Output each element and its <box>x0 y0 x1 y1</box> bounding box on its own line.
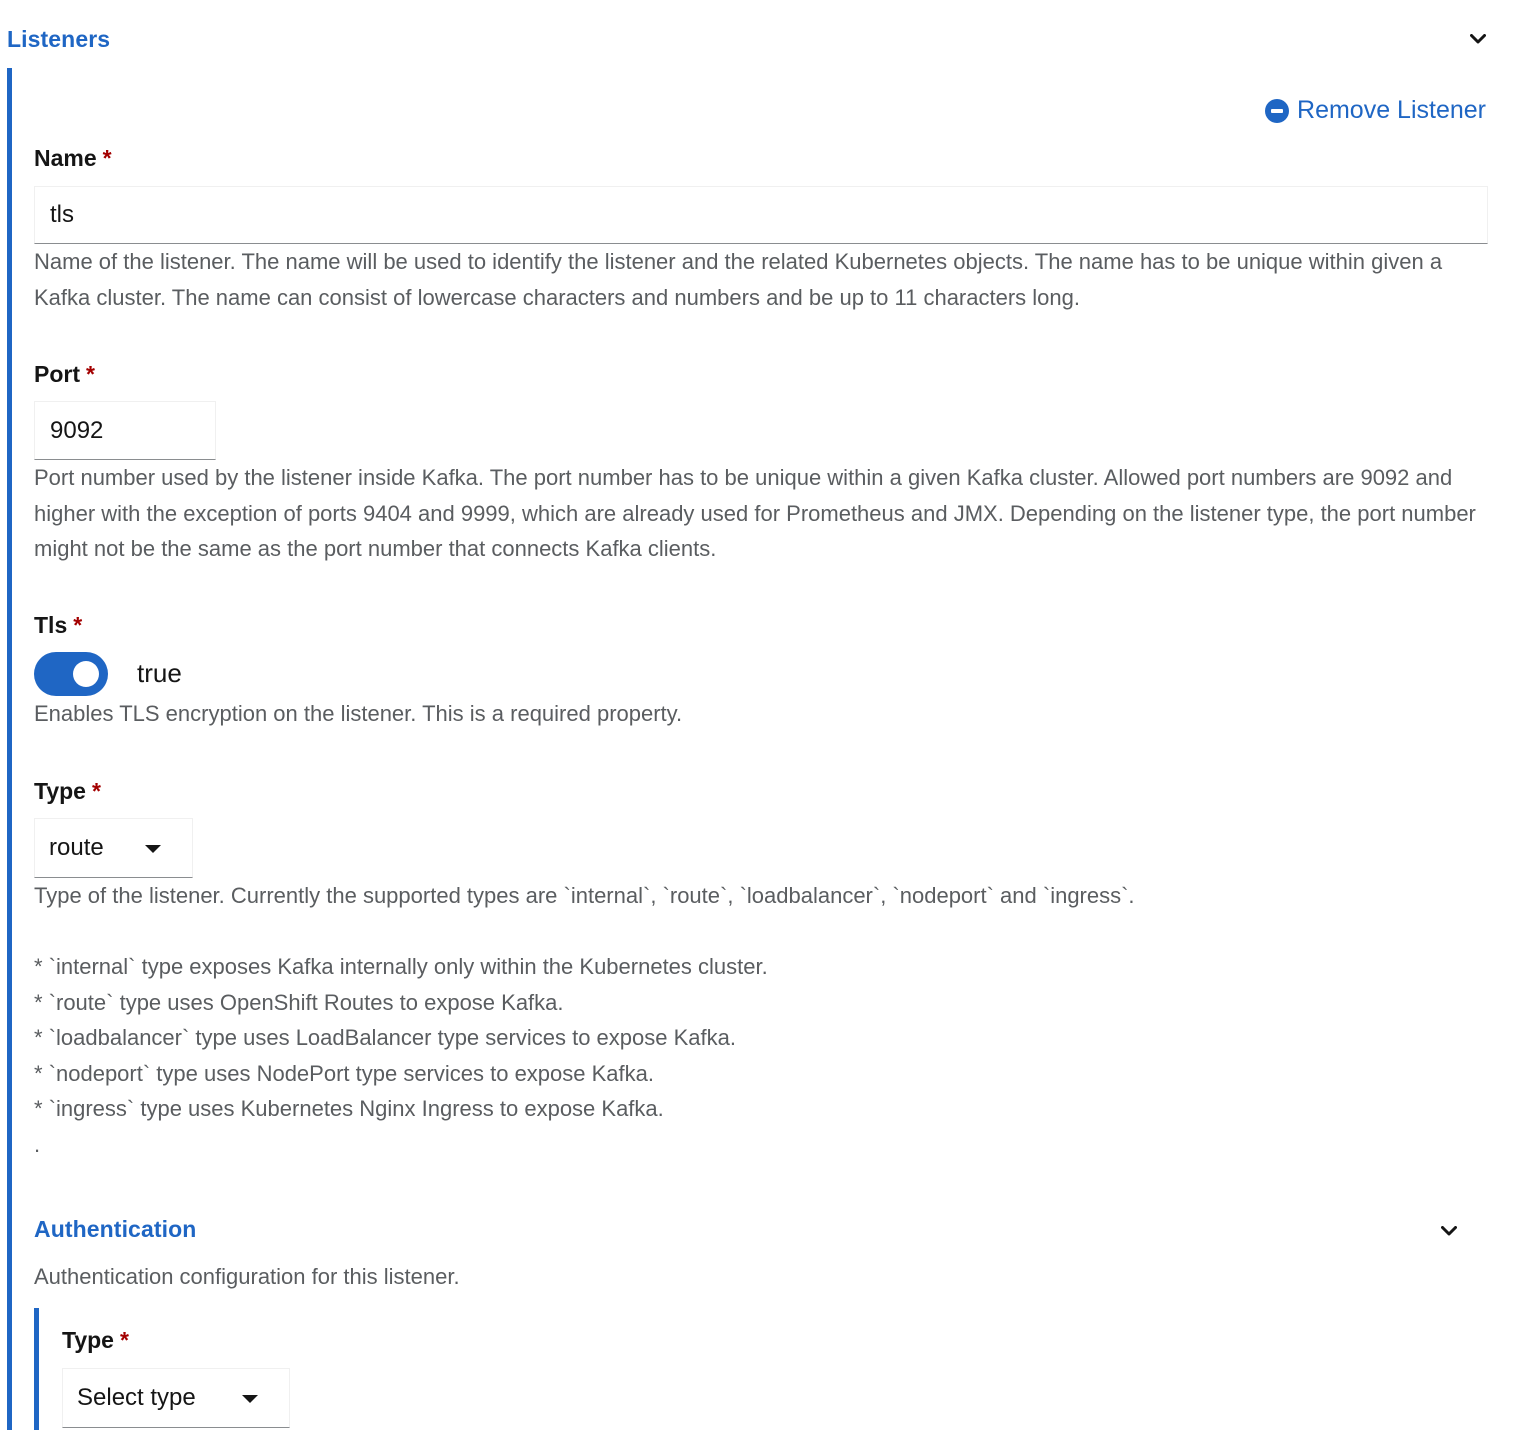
name-input[interactable]: tls <box>34 186 1488 244</box>
remove-listener-label: Remove Listener <box>1297 96 1486 124</box>
type-help-text: Type of the listener. Currently the supp… <box>34 883 1135 908</box>
name-help-text: Name of the listener. The name will be u… <box>34 249 1443 310</box>
required-asterisk: * <box>86 361 95 387</box>
toggle-knob <box>73 661 99 687</box>
type-label: Type * <box>34 778 101 805</box>
tls-label: Tls * <box>34 612 82 639</box>
list-item: * `internal` type exposes Kafka internal… <box>34 954 768 979</box>
listeners-chevron-down-icon[interactable] <box>1466 27 1490 51</box>
required-asterisk: * <box>73 612 83 638</box>
type-label-text: Type <box>34 778 86 804</box>
listener-type-selected-value: route <box>49 834 104 861</box>
port-label: Port * <box>34 361 95 388</box>
list-item: * `route` type uses OpenShift Routes to … <box>34 989 564 1015</box>
authentication-help-text: Authentication configuration for this li… <box>34 1264 460 1289</box>
name-label: Name * <box>34 145 112 172</box>
port-help-text: Port number used by the listener inside … <box>34 465 1476 561</box>
listeners-section-toggle[interactable]: Listeners <box>7 26 110 53</box>
minus-circle-icon <box>1265 98 1290 123</box>
authentication-title: Authentication <box>34 1216 197 1242</box>
tls-toggle-switch[interactable] <box>34 652 108 696</box>
tls-help-text: Enables TLS encryption on the listener. … <box>34 701 683 726</box>
caret-down-icon <box>242 1395 258 1403</box>
list-item: * `loadbalancer` type uses LoadBalancer … <box>34 1025 736 1050</box>
list-item: . <box>34 1131 41 1157</box>
authentication-chevron-down-icon[interactable] <box>1437 1219 1461 1243</box>
authentication-type-label: Type * <box>62 1327 129 1354</box>
authentication-type-select[interactable]: Select type <box>62 1368 290 1428</box>
authentication-section-toggle[interactable]: Authentication <box>34 1216 196 1243</box>
authentication-type-label-text: Type <box>62 1327 114 1353</box>
name-input-value: tls <box>50 201 74 228</box>
tls-label-text: Tls <box>34 612 68 638</box>
list-item: * `ingress` type uses Kubernetes Nginx I… <box>34 1096 664 1121</box>
listeners-form: Listeners Remove Listener Name * tls Name… <box>0 0 1524 1430</box>
port-input[interactable]: 9092 <box>34 401 216 460</box>
required-asterisk: * <box>102 145 112 171</box>
authentication-type-placeholder: Select type <box>77 1384 196 1411</box>
type-help-bullets: * `internal` type exposes Kafka internal… <box>34 949 768 1162</box>
name-label-text: Name <box>34 145 97 171</box>
port-label-text: Port <box>34 361 80 387</box>
authentication-group-accent-bar <box>34 1308 39 1430</box>
list-item: * `nodeport` type uses NodePort type ser… <box>34 1060 654 1086</box>
tls-toggle-label: true <box>137 658 182 688</box>
required-asterisk: * <box>119 1327 129 1353</box>
port-input-value: 9092 <box>50 416 104 444</box>
caret-down-icon <box>145 845 161 853</box>
required-asterisk: * <box>91 778 101 804</box>
listener-group-accent-bar <box>7 68 12 1430</box>
remove-listener-button[interactable]: Remove Listener <box>1265 96 1486 125</box>
listeners-title: Listeners <box>7 26 111 52</box>
listener-type-select[interactable]: route <box>34 818 193 878</box>
